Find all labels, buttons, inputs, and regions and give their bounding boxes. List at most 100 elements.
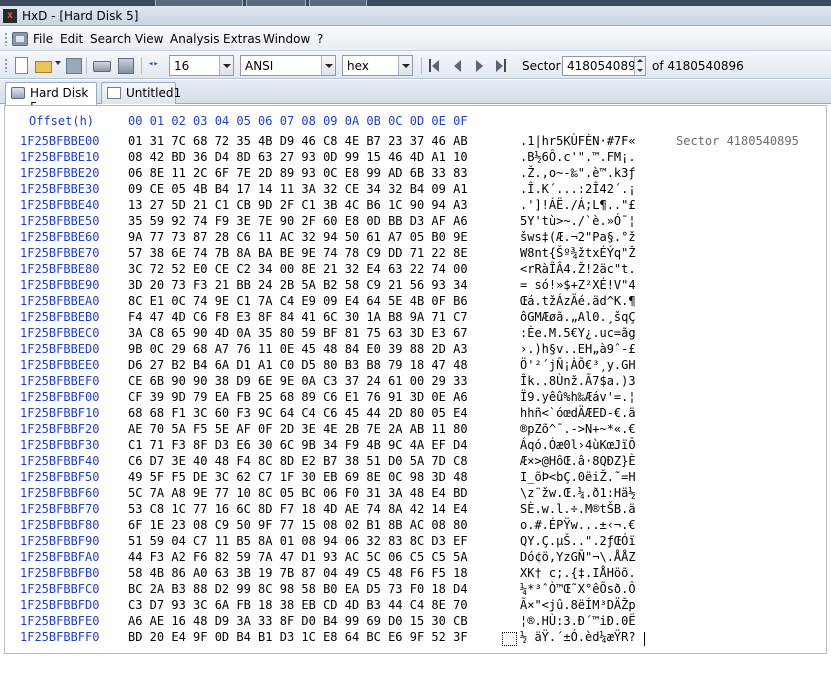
row-hex-bytes[interactable]: C6 D7 3E 40 48 F4 8C 8D E2 B7 38 51 D0 5… xyxy=(128,454,468,468)
row-text[interactable]: Îk..8Ùnž.Ã7$a.)3 xyxy=(520,374,636,388)
row-text[interactable]: ¼*³ˆÒ™Œ˜X°êÕsð.Ô xyxy=(520,582,636,596)
row-hex-bytes[interactable]: 57 38 6E 74 7B 8A BA BE 9E 74 78 C9 DD 7… xyxy=(128,246,468,260)
row-text[interactable]: o.#.ÉPŸw...±‹¬.€ xyxy=(520,518,636,532)
new-file-icon[interactable] xyxy=(12,56,30,74)
row-text[interactable]: QY.Ç.µŠ..".2ƒŒÓï xyxy=(520,534,636,548)
row-text[interactable]: ôGMÆøã.„Al0.¸šqÇ xyxy=(520,310,636,324)
tab-untitled1[interactable]: Untitled1 xyxy=(101,82,181,104)
menu-analysis[interactable]: Analysis xyxy=(170,32,219,46)
chevron-down-icon[interactable] xyxy=(321,56,335,75)
row-text[interactable]: ½ äŸ.´±Ó.èd¼æŸR? xyxy=(520,630,636,644)
spin-up-icon[interactable] xyxy=(637,59,643,62)
menu-view[interactable]: View xyxy=(135,32,163,46)
row-hex-bytes[interactable]: 08 42 BD 36 D4 8D 63 27 93 0D 99 15 46 4… xyxy=(128,150,468,164)
toolbar-grip-icon[interactable] xyxy=(4,58,8,72)
row-text[interactable]: šws‡(Æ.¬2"Pa§.°ž xyxy=(520,230,636,244)
row-text[interactable]: <rRàÎÂ4.Ž!2äc"t. xyxy=(520,262,636,276)
spin-down-icon[interactable] xyxy=(637,69,643,72)
row-text[interactable]: XK† c;.{‡.IÅHöõ. xyxy=(520,566,636,580)
row-text[interactable]: Œá.tžÁzÄé.äd^K.¶ xyxy=(520,294,636,308)
row-hex-bytes[interactable]: 6F 1E 23 08 C9 50 9F 77 15 08 02 B1 8B A… xyxy=(128,518,468,532)
row-offset: 1F25BFBBF10 xyxy=(20,406,100,420)
save-icon[interactable] xyxy=(64,56,82,74)
row-text[interactable]: ®pZõ^¯.->N+~*«.€ xyxy=(520,422,636,436)
row-text[interactable]: 5Y'tù>~./`è.»Ó¯¦ xyxy=(520,214,636,228)
row-hex-bytes[interactable]: 68 68 F1 3C 60 F3 9C 64 C4 C6 45 44 2D 8… xyxy=(128,406,468,420)
row-hex-bytes[interactable]: BC 2A B3 88 D2 99 8C 98 58 B0 EA D5 73 F… xyxy=(128,582,468,596)
chevron-down-icon[interactable] xyxy=(398,56,412,75)
row-text[interactable]: .B½6Ô.c'".™.FM¡. xyxy=(520,150,636,164)
row-hex-bytes[interactable]: 01 31 7C 68 72 35 4B D9 46 C8 4E B7 23 3… xyxy=(128,134,468,148)
row-hex-bytes[interactable]: 09 CE 05 4B B4 17 14 11 3A 32 CE 34 32 B… xyxy=(128,182,468,196)
row-text[interactable]: I_õÞ<bÇ.0ëiŽ.˜=H xyxy=(520,470,636,484)
row-hex-bytes[interactable]: BD 20 E4 9F 0D B4 B1 D3 1C E8 64 BC E6 9… xyxy=(128,630,468,644)
row-hex-bytes[interactable]: AE 70 5A F5 5E AF 0F 2D 3E 4E 2B 7E 2A A… xyxy=(128,422,468,436)
hxd-app-icon[interactable]: x xyxy=(3,9,17,23)
menu-help[interactable]: ? xyxy=(317,32,323,46)
row-hex-bytes[interactable]: A6 AE 16 48 D9 3A 33 8F D0 B4 99 69 D0 1… xyxy=(128,614,468,628)
row-hex-bytes[interactable]: C3 D7 93 3C 6A FB 18 38 EB CD 4D B3 44 C… xyxy=(128,598,468,612)
row-text[interactable]: W8nt{Šº¾žtxÉÝq"Ž xyxy=(520,246,636,260)
bytes-per-row-select[interactable]: 16 xyxy=(169,55,234,76)
row-hex-bytes[interactable]: 13 27 5D 21 C1 CB 9D 2F C1 3B 4C B6 1C 9… xyxy=(128,198,468,212)
offset-base-select[interactable]: hex xyxy=(342,55,413,76)
row-hex-bytes[interactable]: CE 6B 90 90 38 D9 6E 9E 0A C3 37 24 61 0… xyxy=(128,374,468,388)
row-hex-bytes[interactable]: CF 39 9D 79 EA FB 25 68 89 C6 E1 76 91 3… xyxy=(128,390,468,404)
sector-input[interactable]: 4180540896 xyxy=(562,56,646,76)
menu-extras[interactable]: Extras xyxy=(223,32,261,46)
row-text[interactable]: Ö'²´jÑ¡ÀÕ€³¸y.GH xyxy=(520,358,636,372)
menu-search[interactable]: Search xyxy=(90,32,131,46)
row-hex-bytes[interactable]: 9A 77 73 87 28 C6 11 AC 32 94 50 61 A7 0… xyxy=(128,230,468,244)
row-text[interactable]: .1|hr5KÙFÈN·#7F« xyxy=(520,134,636,148)
row-text[interactable]: = só!»$+Z²XÉ!V"4 xyxy=(520,278,636,292)
row-hex-bytes[interactable]: 8C E1 0C 74 9E C1 7A C4 E9 09 E4 64 5E 4… xyxy=(128,294,468,308)
row-text[interactable]: Dó¢ö‚YzGÑ"¬\.ÅÅZ xyxy=(520,550,636,564)
charset-select[interactable]: ANSI xyxy=(240,55,336,76)
row-hex-bytes[interactable]: 9B 0C 29 68 A7 76 11 0E 45 48 84 E0 39 8… xyxy=(128,342,468,356)
row-hex-bytes[interactable]: 35 59 92 74 F9 3E 7E 90 2F 60 E8 0D BB D… xyxy=(128,214,468,228)
row-text[interactable]: \z¨žw.Œ.¼.ð1:Hä½ xyxy=(520,486,636,500)
first-sector-icon[interactable] xyxy=(429,59,441,73)
last-sector-icon[interactable] xyxy=(495,59,507,73)
open-disk-icon[interactable] xyxy=(92,56,111,74)
row-text[interactable]: .Î.K´...:2Î42´.¡ xyxy=(520,182,636,196)
row-hex-bytes[interactable]: 53 C8 1C 77 16 6C 8D F7 18 4D AE 74 8A 4… xyxy=(128,502,468,516)
menu-grip-icon[interactable] xyxy=(4,32,8,46)
row-hex-bytes[interactable]: 58 4B 86 A0 63 3B 19 7B 87 04 49 C5 48 F… xyxy=(128,566,468,580)
row-hex-bytes[interactable]: F4 47 4D C6 F8 E3 8F 84 41 6C 30 1A B8 9… xyxy=(128,310,468,324)
row-hex-bytes[interactable]: 3D 20 73 F3 21 BB 24 2B 5A B2 58 C9 21 5… xyxy=(128,278,468,292)
open-folder-icon[interactable] xyxy=(34,56,52,74)
row-hex-bytes[interactable]: 3A C8 65 90 4D 0A 35 80 59 BF 81 75 63 3… xyxy=(128,326,468,340)
row-hex-bytes[interactable]: 3C 72 52 E0 CE C2 34 00 8E 21 32 E4 63 2… xyxy=(128,262,468,276)
row-text[interactable]: Ã×"<jû.8ëÍM³DÄŽp xyxy=(520,598,636,612)
row-hex-bytes[interactable]: 49 5F F5 DE 3C 62 C7 1F 30 EB 69 8E 0C 9… xyxy=(128,470,468,484)
document-menu-icon[interactable] xyxy=(12,32,28,46)
row-hex-bytes[interactable]: 51 59 04 C7 11 B5 8A 01 08 94 06 32 83 8… xyxy=(128,534,468,548)
row-text[interactable]: .Ž.,o~-‰".è™.k3ƒ xyxy=(520,166,636,180)
row-hex-bytes[interactable]: 44 F3 A2 F6 82 59 7A 47 D1 93 AC 5C 06 C… xyxy=(128,550,468,564)
row-hex-bytes[interactable]: D6 27 B2 B4 6A D1 A1 C0 D5 80 B3 B8 79 1… xyxy=(128,358,468,372)
previous-sector-icon[interactable] xyxy=(452,59,464,73)
row-text[interactable]: Áqó.Óæ0l›4ùKœJïÔ xyxy=(520,438,636,452)
open-ram-icon[interactable] xyxy=(116,56,134,74)
chevron-down-icon[interactable] xyxy=(219,56,233,75)
row-hex-bytes[interactable]: C1 71 F3 8F D3 E6 30 6C 9B 34 F9 4B 9C 4… xyxy=(128,438,468,452)
row-hex-bytes[interactable]: 06 8E 11 2C 6F 7E 2D 89 93 0C E8 99 AD 6… xyxy=(128,166,468,180)
row-hex-bytes[interactable]: 5C 7A A8 9E 77 10 8C 05 BC 06 F0 31 3A 4… xyxy=(128,486,468,500)
menu-window[interactable]: Window xyxy=(263,32,310,46)
row-text[interactable]: :Èe.M.5€Y¿.uc=ãg xyxy=(520,326,636,340)
next-sector-icon[interactable] xyxy=(474,59,486,73)
row-text[interactable]: Ï9.yêû%h‰Æáv'=.¦ xyxy=(520,390,636,404)
row-text[interactable]: ¦®.HÙ:3.Ð´™iÐ.0Ë xyxy=(520,614,636,628)
hex-editor[interactable]: Offset(h) 00 01 02 03 04 05 06 07 08 09 … xyxy=(4,105,827,654)
row-text[interactable]: Æ×>@HôŒ.â·8QÐZ}È xyxy=(520,454,636,468)
tab-hard-disk-5[interactable]: Hard Disk 5 xyxy=(5,82,97,114)
row-text[interactable]: SÈ.w.l.÷.M®tŠB.ä xyxy=(520,502,636,516)
sector-spinner[interactable] xyxy=(634,57,645,75)
row-text[interactable]: .']!ÁË./Á;L¶.."£ xyxy=(520,198,636,212)
menu-edit[interactable]: Edit xyxy=(60,32,83,46)
row-text[interactable]: ›.)h§v..EH„à9ˆ-£ xyxy=(520,342,636,356)
menu-file[interactable]: File xyxy=(33,32,53,46)
open-dropdown-icon[interactable] xyxy=(55,61,61,65)
row-text[interactable]: hhñ<`óœdÄÆED-€.ä xyxy=(520,406,636,420)
